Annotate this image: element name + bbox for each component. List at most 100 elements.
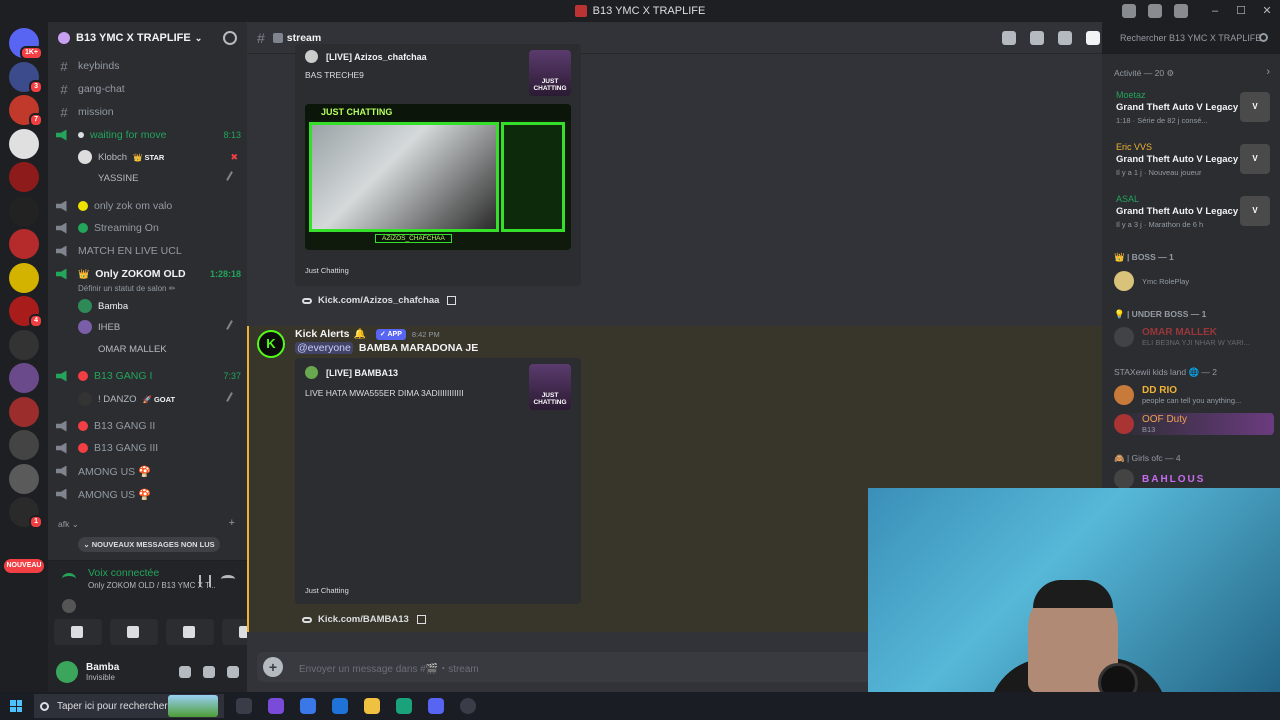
screen-icon[interactable] (1148, 4, 1162, 18)
server-icon[interactable] (9, 128, 39, 159)
help-icon[interactable] (1174, 4, 1188, 18)
member-list-icon[interactable] (1086, 31, 1100, 45)
server-icon[interactable] (9, 363, 39, 393)
outlook-icon[interactable] (332, 698, 348, 714)
voice-channel-gang2[interactable]: B13 GANG II (56, 416, 241, 436)
edge-icon[interactable] (396, 698, 412, 714)
member-row[interactable]: OOF Duty B13 (1114, 413, 1274, 435)
store-icon[interactable] (300, 698, 316, 714)
new-badge[interactable]: NOUVEAU (4, 559, 44, 573)
add-member-icon[interactable] (223, 31, 237, 45)
voice-user[interactable]: OMAR MALLEK (78, 340, 238, 358)
channel-mission[interactable]: # mission (56, 102, 241, 122)
server-icon[interactable]: 1 (9, 497, 43, 529)
voice-channel-zok[interactable]: only zok om valo (56, 196, 241, 216)
user-name[interactable]: Bamba (86, 662, 119, 673)
member-row[interactable]: OMAR MALLEK ELI BE3NA YJI NHAR W YARI... (1114, 326, 1274, 348)
titlebar-tools (1122, 0, 1188, 22)
member-row[interactable]: Ymc RolePlay (1114, 270, 1274, 292)
add-channel-icon[interactable]: + (229, 517, 235, 529)
category-afk[interactable]: afk ⌄ (58, 519, 79, 530)
windows-start-icon[interactable] (10, 700, 22, 712)
server-icon[interactable]: 4 (9, 296, 43, 328)
server-icon[interactable]: 1K+ (9, 28, 43, 60)
server-icon[interactable]: 3 (9, 61, 43, 94)
server-icon[interactable] (9, 430, 39, 460)
stream-link[interactable]: Kick.com/Azizos_chafchaa (302, 295, 457, 306)
stream-preview-image[interactable]: JUST CHATTING AZIZOS_CHAFCHAA (305, 104, 571, 250)
voice-channel-among2[interactable]: AMONG US 🍄 (56, 484, 241, 504)
search-input[interactable]: Rechercher B13 YMC X TRAPLIFE (1114, 28, 1274, 48)
clock-icon[interactable] (460, 698, 476, 714)
taskbar-search[interactable]: Taper ici pour rechercher (34, 694, 224, 718)
voice-connected-label[interactable]: Voix connectée (88, 567, 159, 579)
activity-card[interactable]: Eric VVS Grand Theft Auto V Legacy Il y … (1110, 140, 1274, 186)
voice-channel-waiting[interactable]: waiting for move 8:13 (56, 125, 241, 145)
message-author[interactable]: Kick Alerts (295, 328, 349, 340)
server-icon[interactable] (9, 396, 39, 427)
voice-channel-gang3[interactable]: B13 GANG III (56, 438, 241, 458)
server-icon[interactable] (9, 463, 39, 494)
activity-card[interactable]: Moetaz Grand Theft Auto V Legacy 1:18 · … (1110, 88, 1274, 134)
screen-share-button[interactable] (110, 619, 158, 645)
embed-author[interactable]: [LIVE] Azizos_chafchaa (305, 50, 427, 63)
activity-title: Activité — 20 (1114, 68, 1165, 78)
voice-user[interactable]: ! DANZO 🚀 GOAT (78, 390, 240, 408)
minimize-button[interactable]: – (1202, 0, 1228, 22)
task-view-icon[interactable] (236, 698, 252, 714)
guild-header[interactable]: B13 YMC X TRAPLIFE ⌄ (48, 22, 247, 54)
voice-channel-gang1[interactable]: B13 GANG I 7:37 (56, 366, 241, 386)
voice-user[interactable]: YASSINE (78, 169, 240, 187)
chevron-right-icon[interactable]: › (1266, 66, 1270, 78)
avatar[interactable] (56, 661, 78, 683)
voice-user[interactable]: Klobch 👑 STAR ✖ (78, 148, 238, 166)
threads-icon[interactable] (1002, 31, 1016, 45)
headphones-icon[interactable] (203, 666, 215, 678)
inbox-icon[interactable] (1122, 4, 1136, 18)
stream-link[interactable]: Kick.com/BAMBA13 (302, 614, 426, 625)
voice-channel-only-zokom[interactable]: 👑 Only ZOKOM OLD 1:28:18 (56, 264, 241, 284)
channel-gang-chat[interactable]: # gang-chat (56, 79, 241, 99)
voice-channel-streaming[interactable]: Streaming On (56, 218, 241, 238)
server-icon[interactable] (9, 329, 39, 360)
activity-card[interactable]: ASAL Grand Theft Auto V Legacy Il y a 3 … (1110, 192, 1274, 238)
status-dot-icon (78, 421, 88, 431)
plus-icon[interactable]: + (263, 657, 283, 677)
server-icon[interactable] (9, 229, 39, 259)
server-icon[interactable]: 7 (9, 95, 43, 127)
discord-taskbar-icon[interactable] (428, 698, 444, 714)
new-messages-pill[interactable]: ⌄ NOUVEAUX MESSAGES NON LUS (78, 537, 220, 552)
everyone-mention[interactable]: @everyone (295, 342, 353, 354)
channel-label: Only ZOKOM OLD (95, 268, 186, 280)
kick-avatar[interactable]: K (257, 330, 285, 358)
microphone-icon[interactable] (179, 666, 191, 678)
settings-gear-icon[interactable] (227, 666, 239, 678)
voice-user[interactable]: Bamba (78, 297, 238, 315)
voice-channel-among1[interactable]: AMONG US 🍄 (56, 461, 241, 481)
pin-icon[interactable] (1058, 31, 1072, 45)
embed-author[interactable]: [LIVE] BAMBA13 (305, 366, 398, 379)
notification-bell-icon[interactable] (1030, 31, 1044, 45)
voice-channel-match[interactable]: MATCH EN LIVE UCL (56, 241, 241, 261)
server-icon[interactable] (9, 262, 39, 293)
noise-suppression-icon[interactable] (199, 575, 211, 587)
embed-thumbnail[interactable]: JUST CHATTING (529, 364, 571, 410)
channel-keybinds[interactable]: # keybinds (56, 56, 241, 76)
dot-icon (78, 132, 84, 138)
maximize-button[interactable]: ☐ (1228, 0, 1254, 22)
disconnect-icon[interactable] (221, 575, 235, 583)
channel-status[interactable]: Définir un statut de salon ✏ (78, 284, 175, 293)
file-explorer-icon[interactable] (364, 698, 380, 714)
channel-title: stream (286, 31, 322, 44)
camera-off-button[interactable] (54, 619, 102, 645)
server-icon[interactable] (9, 195, 39, 226)
voice-user[interactable]: IHEB (78, 318, 240, 336)
member-row[interactable]: DD RIO people can tell you anything... (1114, 384, 1274, 406)
close-button[interactable]: ✕ (1254, 0, 1280, 22)
copilot-icon[interactable] (268, 698, 284, 714)
member-row[interactable]: BAHLOUS (1114, 468, 1274, 490)
activity-header[interactable]: Activité — 20 ⚙ (1114, 68, 1174, 79)
activities-button[interactable] (166, 619, 214, 645)
server-icon[interactable] (9, 162, 39, 192)
embed-thumbnail[interactable]: JUST CHATTING (529, 50, 571, 96)
